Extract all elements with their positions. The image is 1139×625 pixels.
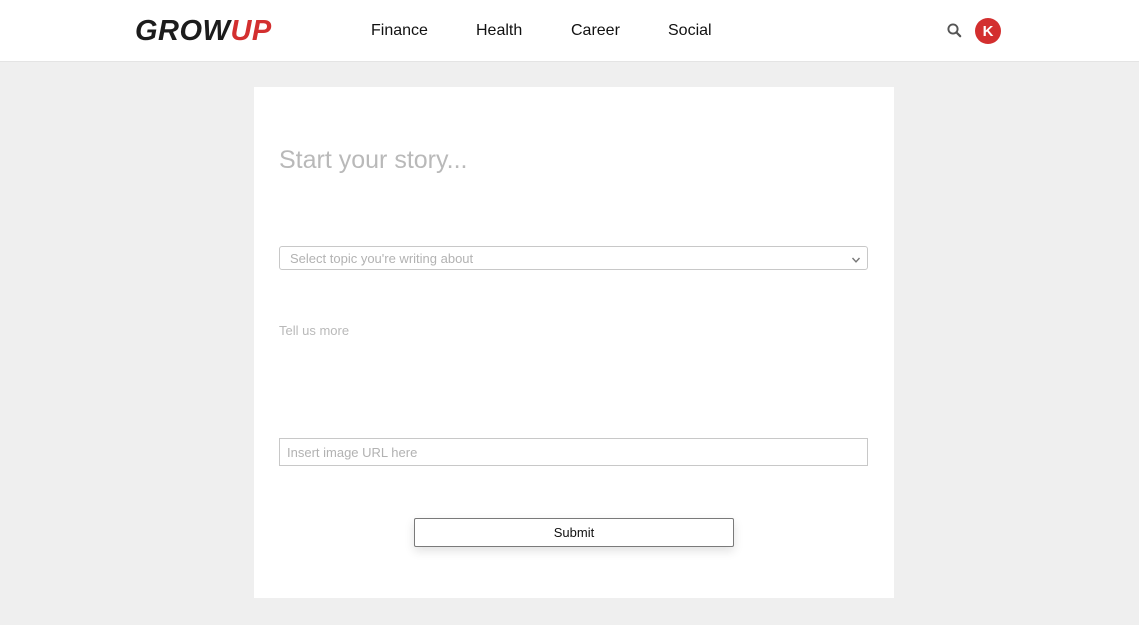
avatar[interactable]: K [975, 18, 1001, 44]
logo[interactable]: GROW UP [135, 14, 272, 48]
description-textarea[interactable] [279, 323, 868, 423]
avatar-initial: K [982, 22, 994, 40]
story-title-input[interactable] [279, 142, 869, 178]
image-url-input[interactable] [279, 438, 868, 466]
top-nav-bar: GROW UP Finance Health Career Social K [0, 0, 1139, 62]
topic-select[interactable]: Select topic you're writing about [279, 246, 868, 270]
nav-item-social[interactable]: Social [668, 20, 712, 42]
chevron-down-icon [851, 253, 861, 263]
topic-select-placeholder: Select topic you're writing about [290, 250, 474, 266]
submit-button[interactable]: Submit [414, 518, 734, 547]
nav-item-finance[interactable]: Finance [371, 20, 428, 42]
nav-item-health[interactable]: Health [476, 20, 522, 42]
logo-text-up: UP [230, 15, 272, 47]
nav-item-career[interactable]: Career [571, 20, 620, 42]
logo-text-grow: GROW [135, 15, 231, 47]
story-form-card: Select topic you're writing about Submit [254, 87, 894, 598]
search-icon[interactable] [946, 22, 963, 39]
